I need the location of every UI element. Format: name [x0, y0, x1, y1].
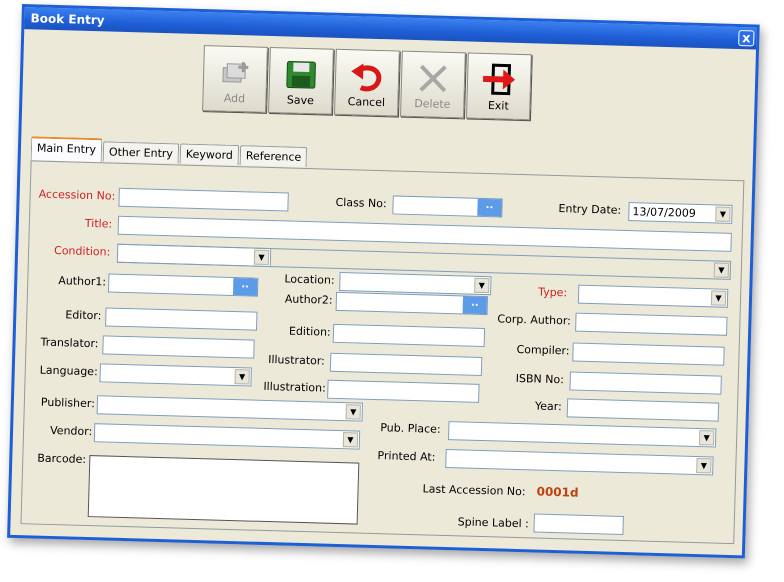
chevron-down-icon[interactable]: ▼	[345, 404, 361, 420]
undo-arrow-icon	[351, 63, 382, 92]
compiler-label: Compiler:	[516, 342, 570, 358]
language-label: Language:	[39, 363, 98, 379]
last-accession-value: 0001d	[536, 484, 579, 500]
pub-place-select[interactable]: ▼	[447, 421, 717, 448]
type-select[interactable]: ▼	[577, 284, 729, 308]
class-no-input[interactable]: ..	[392, 195, 503, 218]
chevron-down-icon[interactable]: ▼	[342, 432, 359, 448]
condition-label: Condition:	[53, 243, 111, 259]
year-label: Year:	[534, 399, 562, 414]
printed-at-label: Printed At:	[377, 449, 436, 464]
publisher-label: Publisher:	[40, 395, 96, 411]
main-entry-panel: Accession No: Class No: .. Entry Date: 1…	[20, 160, 745, 545]
save-button[interactable]: Save	[268, 46, 334, 115]
chevron-down-icon[interactable]: ▼	[698, 430, 715, 446]
illustrator-input[interactable]	[329, 352, 483, 376]
publisher-select[interactable]: ▼	[96, 395, 364, 422]
tab-main-entry[interactable]: Main Entry	[30, 136, 103, 163]
author1-lookup-button[interactable]: ..	[232, 278, 258, 296]
tab-other-entry[interactable]: Other Entry	[102, 141, 180, 164]
title-bar: Book Entry x	[24, 7, 757, 50]
save-icon	[286, 60, 316, 89]
delete-x-icon	[419, 64, 447, 93]
chevron-down-icon[interactable]: ▼	[696, 458, 712, 474]
tab-reference[interactable]: Reference	[239, 145, 308, 168]
edition-label: Edition:	[288, 324, 331, 339]
editor-input[interactable]	[105, 307, 258, 331]
class-no-label: Class No:	[335, 195, 387, 211]
author2-input[interactable]: ..	[335, 291, 489, 316]
location-label: Location:	[284, 272, 335, 287]
chevron-down-icon[interactable]: ▼	[715, 206, 731, 222]
delete-button[interactable]: Delete	[400, 50, 466, 119]
year-input[interactable]	[566, 398, 720, 422]
barcode-label: Barcode:	[37, 451, 87, 466]
entry-date-label: Entry Date:	[558, 202, 622, 217]
compiler-input[interactable]	[572, 342, 725, 366]
author1-input[interactable]: ..	[107, 273, 259, 297]
add-button[interactable]: Add	[202, 45, 268, 113]
printed-at-select[interactable]: ▼	[445, 449, 714, 476]
type-label: Type:	[537, 285, 568, 300]
corp-author-input[interactable]	[575, 312, 728, 336]
illustrator-label: Illustrator:	[267, 353, 326, 368]
cancel-button[interactable]: Cancel	[334, 48, 400, 117]
window-title: Book Entry	[30, 11, 105, 28]
add-icon	[222, 62, 249, 83]
barcode-textarea[interactable]	[87, 455, 360, 525]
book-entry-window: Book Entry x Add Save Cancel Delete Exit…	[7, 4, 760, 559]
vendor-select[interactable]: ▼	[93, 423, 361, 450]
chevron-down-icon[interactable]: ▼	[474, 277, 490, 294]
last-accession-label: Last Accession No:	[422, 482, 526, 499]
isbn-label: ISBN No:	[515, 371, 565, 387]
edition-input[interactable]	[332, 323, 486, 348]
illustration-input[interactable]	[327, 379, 480, 403]
spine-label-label: Spine Label :	[457, 515, 530, 531]
entry-date-value: 13/07/2009	[632, 205, 697, 220]
chevron-down-icon[interactable]: ▼	[234, 369, 250, 385]
accession-no-input[interactable]	[118, 187, 289, 212]
spine-label-input[interactable]	[533, 513, 624, 535]
toolbar: Add Save Cancel Delete Exit	[202, 45, 534, 124]
editor-label: Editor:	[65, 308, 102, 323]
illustration-label: Illustration:	[263, 379, 326, 395]
language-select[interactable]: ▼	[99, 363, 252, 387]
chevron-down-icon[interactable]: ▼	[713, 262, 730, 278]
translator-input[interactable]	[102, 335, 255, 359]
author2-label: Author2:	[284, 292, 333, 307]
author1-label: Author1:	[58, 274, 107, 289]
author2-lookup-button[interactable]: ..	[462, 296, 487, 315]
class-no-lookup-button[interactable]: ..	[477, 198, 502, 217]
exit-door-icon	[483, 63, 516, 96]
vendor-label: Vendor:	[49, 423, 93, 439]
translator-label: Translator:	[40, 335, 99, 351]
close-button[interactable]: x	[738, 30, 755, 47]
corp-author-label: Corp. Author:	[497, 312, 572, 328]
pub-place-label: Pub. Place:	[380, 421, 441, 436]
chevron-down-icon[interactable]: ▼	[710, 290, 727, 306]
accession-no-label: Accession No:	[38, 187, 116, 203]
isbn-input[interactable]	[569, 371, 722, 395]
tab-keyword[interactable]: Keyword	[179, 143, 240, 166]
entry-date-picker[interactable]: 13/07/2009 ▼	[628, 202, 733, 224]
title-label: Title:	[84, 216, 113, 231]
exit-button[interactable]: Exit	[465, 52, 532, 121]
